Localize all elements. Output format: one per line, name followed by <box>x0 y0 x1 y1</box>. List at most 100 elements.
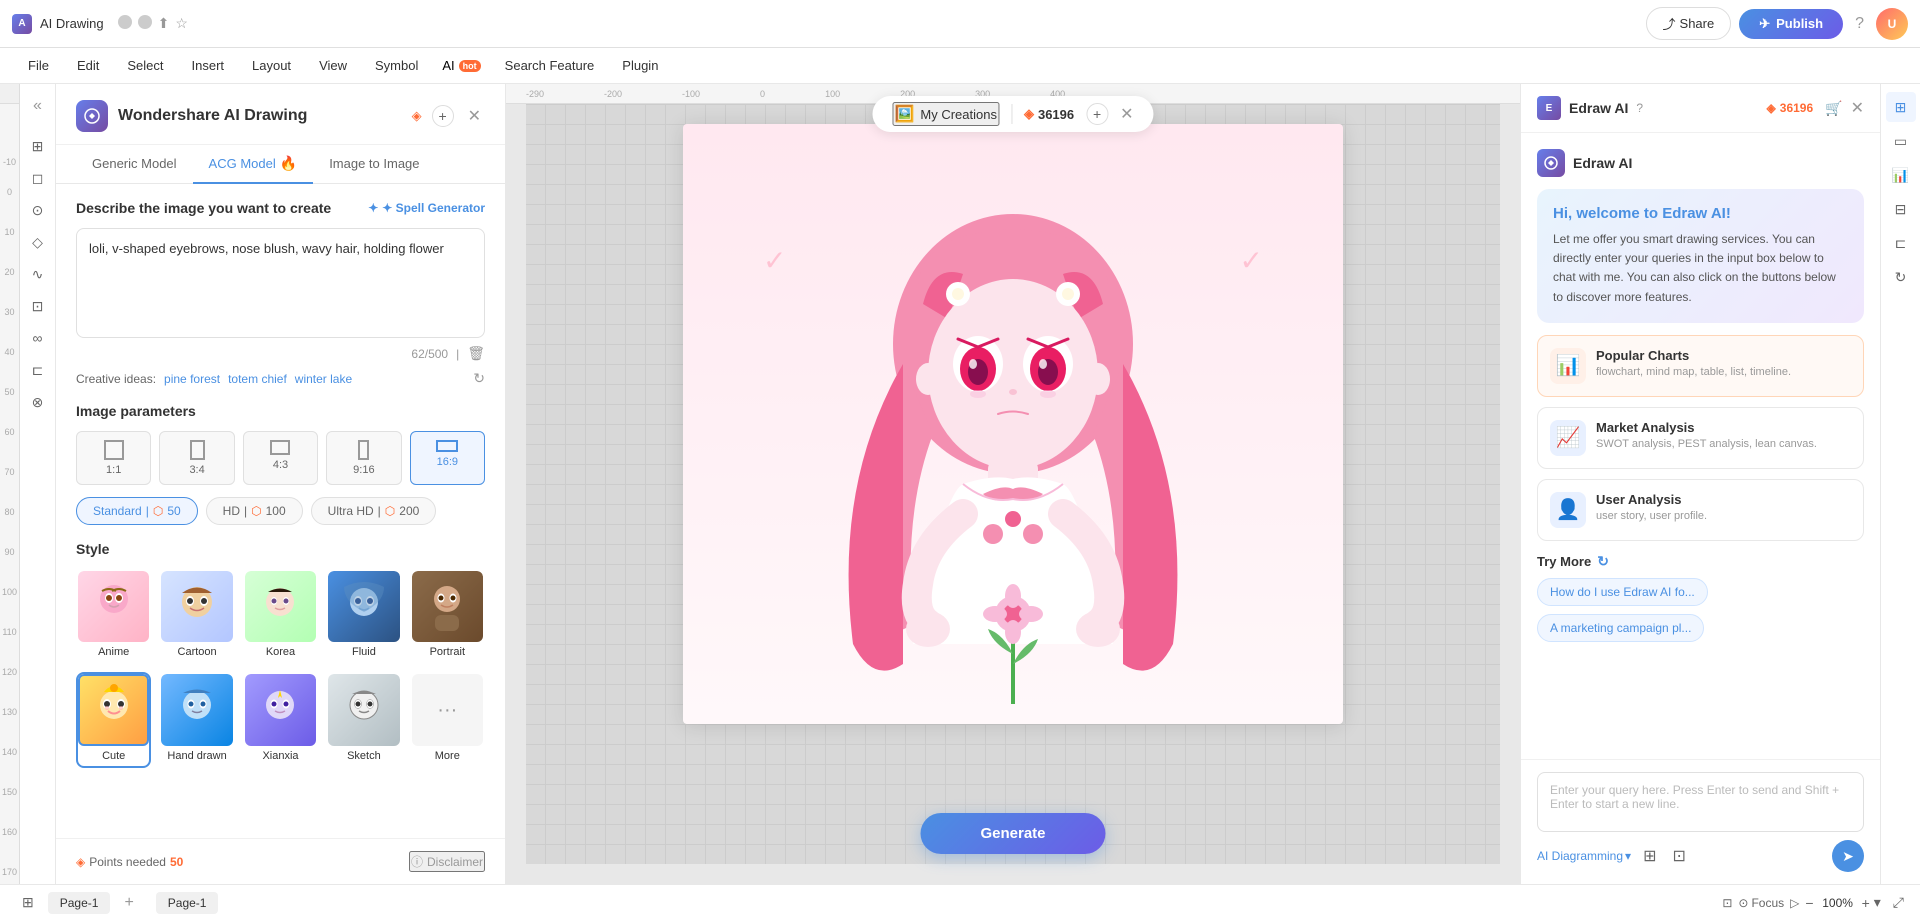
sidebar-tool-5[interactable]: ∿ <box>24 260 52 288</box>
tab-acg-model[interactable]: ACG Model 🔥 <box>193 145 314 184</box>
canvas-fit-button[interactable]: ⊡ <box>1722 896 1732 910</box>
add-canvas-credits-button[interactable]: + <box>1086 103 1108 125</box>
sidebar-tool-7[interactable]: ∞ <box>24 324 52 352</box>
style-cartoon[interactable]: Cartoon <box>159 569 234 664</box>
quality-hd[interactable]: HD | ⬡ 100 <box>206 497 303 525</box>
menu-file[interactable]: File <box>16 54 61 77</box>
spell-generator-button[interactable]: ✦ ✦ Spell Generator <box>368 201 485 215</box>
menu-view[interactable]: View <box>307 54 359 77</box>
edraw-help-icon[interactable]: ? <box>1636 101 1643 115</box>
play-button[interactable]: ▷ <box>1790 896 1799 910</box>
window-share-button[interactable]: ⬆ <box>158 15 170 32</box>
sidebar-tool-8[interactable]: ⊏ <box>24 356 52 384</box>
menu-plugin[interactable]: Plugin <box>610 54 670 77</box>
style-anime[interactable]: Anime <box>76 569 151 664</box>
ratio-16-9[interactable]: 16:9 <box>410 431 485 485</box>
ratio-3-4[interactable]: 3:4 <box>159 431 234 485</box>
ai-panel-logo <box>76 100 108 132</box>
menu-edit[interactable]: Edit <box>65 54 111 77</box>
add-credits-button[interactable]: + <box>432 105 454 127</box>
ratio-1-1[interactable]: 1:1 <box>76 431 151 485</box>
toolbar-icon-2[interactable]: ⊡ <box>1668 842 1689 870</box>
toolbar-icon-1[interactable]: ⊞ <box>1639 842 1660 870</box>
style-fluid[interactable]: Fluid <box>326 569 401 664</box>
refresh-ideas-button[interactable]: ↻ <box>473 370 485 387</box>
close-canvas-button[interactable]: ✕ <box>1120 104 1133 124</box>
zoom-in-button[interactable]: + <box>1862 895 1870 911</box>
zoom-dropdown-button[interactable]: ▾ <box>1874 894 1881 911</box>
quality-ultra-hd[interactable]: Ultra HD | ⬡ 200 <box>311 497 437 525</box>
my-creations-button[interactable]: 🖼️ My Creations <box>892 102 999 126</box>
tab-image-to-image[interactable]: Image to Image <box>313 145 435 184</box>
tab-generic-model[interactable]: Generic Model <box>76 145 193 184</box>
menu-layout[interactable]: Layout <box>240 54 303 77</box>
close-ai-panel-button[interactable]: ✕ <box>464 102 485 130</box>
sidebar-expand-icon[interactable]: « <box>24 92 52 120</box>
menu-ai[interactable]: AI hot <box>434 54 488 77</box>
edraw-input[interactable]: Enter your query here. Press Enter to se… <box>1537 772 1864 832</box>
user-analysis-card[interactable]: 👤 User Analysis user story, user profile… <box>1537 479 1864 541</box>
ratio-4-3[interactable]: 4:3 <box>243 431 318 485</box>
quality-standard[interactable]: Standard | ⬡ 50 <box>76 497 198 525</box>
layout-toggle-button[interactable]: ⊞ <box>16 892 40 913</box>
style-xianxia[interactable]: Xianxia <box>243 672 318 767</box>
menu-search-feature[interactable]: Search Feature <box>493 54 607 77</box>
refresh-suggestions-icon[interactable]: ↻ <box>1597 553 1609 570</box>
prompt-textarea[interactable]: loli, v-shaped eyebrows, nose blush, wav… <box>76 228 485 338</box>
ultra-hd-cost-icon: ⬡ <box>385 504 395 518</box>
style-korea[interactable]: Korea <box>243 569 318 664</box>
style-portrait[interactable]: Portrait <box>410 569 485 664</box>
send-button[interactable]: ➤ <box>1832 840 1864 872</box>
sidebar-tool-3[interactable]: ⊙ <box>24 196 52 224</box>
right-icon-history[interactable]: ↻ <box>1886 262 1916 292</box>
publish-button[interactable]: ✈ Publish <box>1739 9 1843 39</box>
focus-icon: ⊙ <box>1738 896 1748 910</box>
share-button[interactable]: ⤴ Share <box>1646 7 1732 40</box>
idea-totem-chief[interactable]: totem chief <box>228 372 287 386</box>
sidebar-tool-1[interactable]: ⊞ <box>24 132 52 160</box>
window-minimize-button[interactable] <box>118 15 132 29</box>
credits-badge: ◈ <box>412 108 426 124</box>
popular-charts-card[interactable]: 📊 Popular Charts flowchart, mind map, ta… <box>1537 335 1864 397</box>
ratio-9-16[interactable]: 9:16 <box>326 431 401 485</box>
edraw-section-logo-icon <box>1537 149 1565 177</box>
focus-button[interactable]: ⊙ Focus <box>1738 896 1784 910</box>
idea-winter-lake[interactable]: winter lake <box>295 372 352 386</box>
edraw-cart-icon[interactable]: 🛒 <box>1825 100 1842 117</box>
add-page-button[interactable]: + <box>118 892 139 914</box>
window-expand-button[interactable] <box>138 15 152 29</box>
generate-button[interactable]: Generate <box>920 813 1105 854</box>
page-tab-2[interactable]: Page-1 <box>156 892 219 914</box>
fullscreen-button[interactable]: ⤢ <box>1893 894 1904 911</box>
style-more-button[interactable]: ··· More <box>410 672 485 767</box>
help-button[interactable]: ? <box>1851 11 1868 37</box>
ai-diagramming-button[interactable]: AI Diagramming ▾ <box>1537 849 1631 863</box>
market-analysis-card[interactable]: 📈 Market Analysis SWOT analysis, PEST an… <box>1537 407 1864 469</box>
disclaimer-button[interactable]: ⓘ Disclaimer <box>409 851 485 872</box>
close-edraw-button[interactable]: ✕ <box>1851 98 1864 118</box>
menu-symbol[interactable]: Symbol <box>363 54 430 77</box>
zoom-out-button[interactable]: − <box>1805 895 1813 911</box>
sidebar-tool-9[interactable]: ⊗ <box>24 388 52 416</box>
window-star-button[interactable]: ☆ <box>175 15 188 32</box>
page-tab-1[interactable]: Page-1 <box>48 892 111 914</box>
params-label: Image parameters <box>76 403 196 419</box>
right-icon-chart[interactable]: 📊 <box>1886 160 1916 190</box>
style-sketch[interactable]: Sketch <box>326 672 401 767</box>
suggestion-1[interactable]: How do I use Edraw AI fo... <box>1537 578 1708 606</box>
idea-pine-forest[interactable]: pine forest <box>164 372 220 386</box>
sidebar-tool-2[interactable]: ◻ <box>24 164 52 192</box>
delete-prompt-button[interactable]: 🗑 <box>467 345 485 362</box>
sidebar-tool-6[interactable]: ⊡ <box>24 292 52 320</box>
right-icon-template[interactable]: ⊞ <box>1886 92 1916 122</box>
menu-select[interactable]: Select <box>115 54 175 77</box>
sidebar-tool-4[interactable]: ◇ <box>24 228 52 256</box>
suggestion-2[interactable]: A marketing campaign pl... <box>1537 614 1704 642</box>
menu-insert[interactable]: Insert <box>180 54 237 77</box>
right-icon-link[interactable]: ⊏ <box>1886 228 1916 258</box>
edraw-title: Edraw AI <box>1569 100 1628 116</box>
right-icon-shape[interactable]: ▭ <box>1886 126 1916 156</box>
right-icon-table[interactable]: ⊟ <box>1886 194 1916 224</box>
style-hand-drawn[interactable]: Hand drawn <box>159 672 234 767</box>
style-cute[interactable]: Cute <box>76 672 151 767</box>
